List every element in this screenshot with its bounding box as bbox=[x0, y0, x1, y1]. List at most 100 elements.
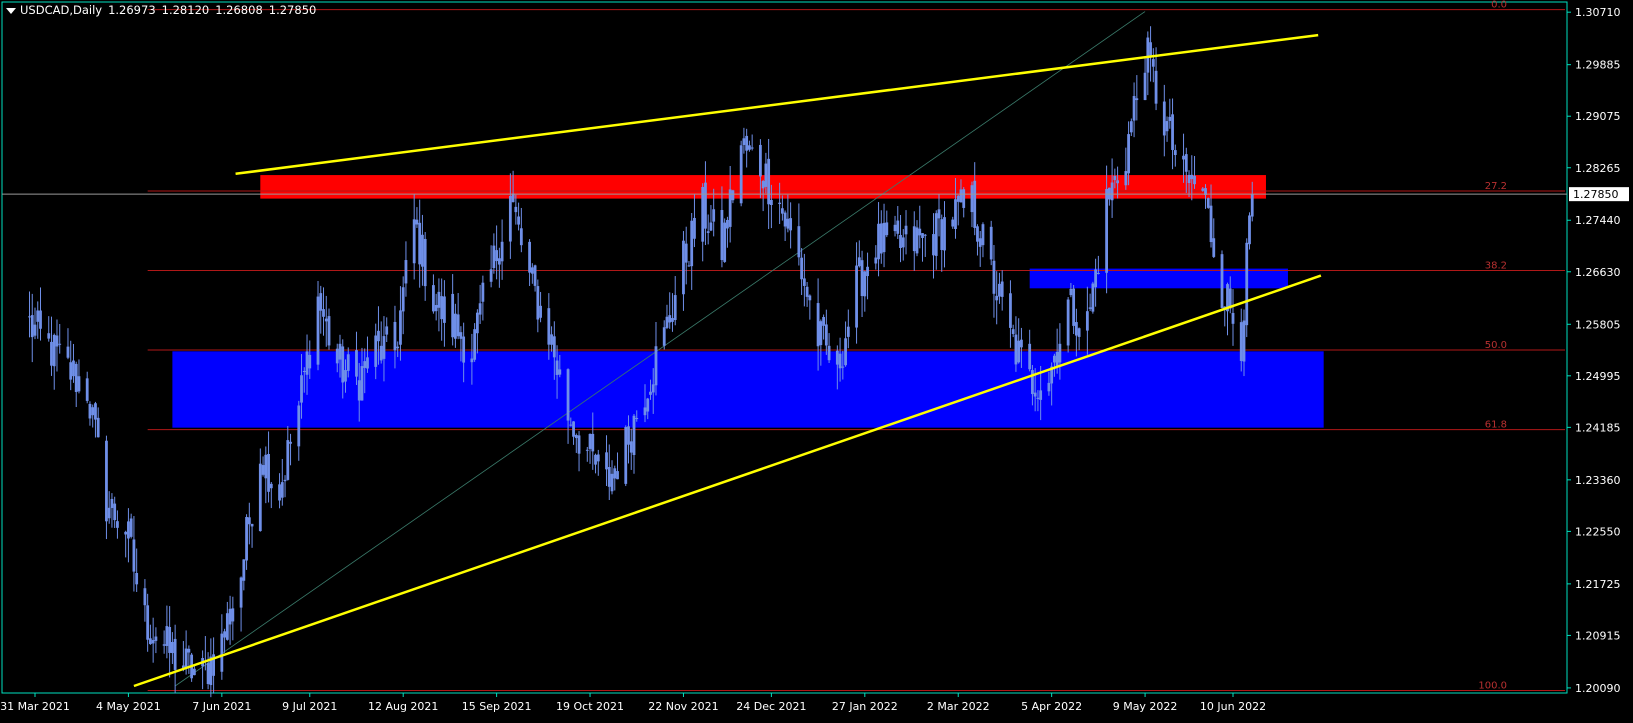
high-price: 1.28120 bbox=[161, 3, 210, 17]
candle-body bbox=[88, 403, 92, 419]
candle-body bbox=[1182, 155, 1185, 160]
candle-body bbox=[74, 363, 78, 393]
candle-body bbox=[1110, 182, 1114, 201]
candle-body bbox=[712, 209, 716, 222]
candle-body bbox=[143, 588, 147, 606]
candle-body bbox=[1168, 116, 1172, 121]
candle-body bbox=[316, 296, 320, 365]
candle-body bbox=[992, 260, 996, 294]
candle-body bbox=[651, 384, 655, 393]
candle-body bbox=[1055, 351, 1059, 367]
candle-body bbox=[225, 613, 229, 640]
dropdown-triangle-icon[interactable] bbox=[6, 7, 16, 14]
candle-body bbox=[731, 190, 735, 201]
candle-body bbox=[610, 473, 614, 492]
candle-body bbox=[168, 626, 172, 653]
candle-body bbox=[415, 219, 419, 225]
candle-body bbox=[668, 315, 672, 323]
candle-body bbox=[662, 327, 666, 346]
candle-body bbox=[258, 463, 262, 532]
price-chart[interactable]: 0.0 27.2 38.2 50.0 61.8 100.0 1.30710 1.29885 1… bbox=[0, 0, 1633, 719]
candle-body bbox=[709, 222, 713, 231]
candle-body bbox=[995, 295, 999, 301]
candle-body bbox=[627, 426, 630, 445]
candle-body bbox=[173, 638, 177, 670]
candle-body bbox=[478, 303, 482, 315]
candle-body bbox=[671, 318, 674, 322]
candle-body bbox=[976, 226, 979, 242]
candle-body bbox=[1206, 198, 1210, 208]
candle-body bbox=[223, 631, 226, 638]
symbol-header[interactable]: USDCAD,Daily 1.26973 1.28120 1.26808 1.27850 bbox=[6, 3, 322, 17]
candle-body bbox=[127, 521, 130, 539]
zone-intermediate-support[interactable] bbox=[1029, 268, 1288, 289]
candle-body bbox=[423, 238, 427, 287]
candle-body bbox=[519, 228, 523, 246]
candle-body bbox=[904, 225, 908, 235]
candle-body bbox=[94, 403, 97, 420]
candle-body bbox=[841, 366, 845, 368]
candle-body bbox=[514, 206, 518, 213]
candle-body bbox=[704, 182, 707, 229]
y-tick-label: 1.25805 bbox=[1575, 318, 1621, 331]
candle-body bbox=[1129, 121, 1133, 133]
candle-body bbox=[591, 433, 595, 452]
candle-body bbox=[30, 315, 34, 338]
candle-body bbox=[1151, 59, 1155, 67]
candle-body bbox=[682, 240, 685, 295]
candle-body bbox=[187, 648, 191, 653]
candle-body bbox=[462, 336, 466, 363]
candle-body bbox=[489, 269, 493, 282]
x-tick-label: 22 Nov 2021 bbox=[648, 700, 718, 713]
candle-body bbox=[440, 296, 444, 320]
candle-body bbox=[1066, 299, 1070, 346]
candle-body bbox=[893, 224, 897, 232]
candle-body bbox=[1107, 187, 1111, 200]
candle-body bbox=[302, 370, 306, 373]
candle-body bbox=[206, 663, 210, 685]
candle-body bbox=[346, 354, 350, 371]
candle-body bbox=[706, 231, 710, 233]
candle-body bbox=[412, 219, 416, 264]
candle-body bbox=[613, 468, 617, 479]
candle-body bbox=[932, 234, 935, 256]
candle-body bbox=[899, 234, 902, 248]
candle-body bbox=[184, 648, 188, 668]
x-tick-label: 7 Jun 2021 bbox=[192, 700, 251, 713]
candle-body bbox=[379, 345, 383, 361]
candle-body bbox=[550, 334, 553, 345]
candle-body bbox=[789, 218, 793, 231]
candle-body bbox=[393, 321, 397, 351]
candle-body bbox=[50, 341, 53, 366]
candle-body bbox=[165, 626, 169, 646]
candle-body bbox=[470, 358, 474, 363]
candle-body bbox=[338, 343, 342, 360]
candle-body bbox=[780, 208, 784, 214]
candle-body bbox=[1231, 312, 1235, 324]
candle-body bbox=[154, 636, 158, 641]
candle-body bbox=[1250, 194, 1254, 217]
candle-body bbox=[1154, 70, 1158, 104]
candle-body bbox=[1033, 392, 1037, 397]
candle-body bbox=[1088, 307, 1092, 309]
candle-body bbox=[517, 216, 520, 225]
candle-body bbox=[135, 572, 139, 585]
candle-body bbox=[989, 226, 993, 260]
candle-body bbox=[305, 351, 309, 375]
candle-body bbox=[344, 370, 347, 382]
candle-body bbox=[335, 348, 339, 364]
candle-body bbox=[377, 330, 380, 342]
candle-body bbox=[324, 318, 328, 322]
candle-body bbox=[382, 336, 386, 359]
candle-body bbox=[149, 638, 152, 645]
candle-body bbox=[453, 313, 457, 339]
candle-body bbox=[239, 577, 243, 608]
candle-body bbox=[816, 303, 820, 347]
candle-body bbox=[308, 354, 312, 369]
close-price: 1.27850 bbox=[268, 3, 317, 17]
candle-body bbox=[264, 454, 268, 479]
candle-body bbox=[96, 417, 100, 438]
candle-body bbox=[1190, 174, 1194, 180]
candle-body bbox=[761, 181, 765, 189]
candle-body bbox=[959, 189, 963, 203]
